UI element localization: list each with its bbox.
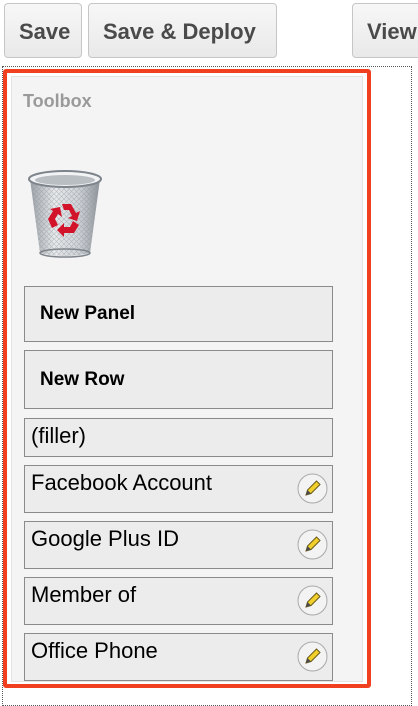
pencil-icon[interactable] xyxy=(297,473,328,504)
recycle-bin-icon[interactable] xyxy=(24,169,106,259)
toolbox-field-facebook-account[interactable]: Facebook Account xyxy=(24,465,333,513)
toolbox-item-label: New Row xyxy=(40,368,125,390)
toolbox-title: Toolbox xyxy=(23,91,92,111)
view-button[interactable]: View xyxy=(352,3,418,58)
toolbox-item-new-panel[interactable]: New Panel xyxy=(24,286,333,342)
pencil-icon[interactable] xyxy=(297,529,328,560)
pencil-icon[interactable] xyxy=(297,641,328,672)
toolbox-item-label: (filler) xyxy=(31,423,86,448)
toolbox-field-office-phone[interactable]: Office Phone xyxy=(24,633,333,681)
toolbox-item-filler[interactable]: (filler) xyxy=(24,418,333,457)
toolbox-item-new-row[interactable]: New Row xyxy=(24,350,333,409)
save-button[interactable]: Save xyxy=(4,3,82,58)
toolbox-field-member-of[interactable]: Member of xyxy=(24,577,333,625)
toolbox-panel: Toolbox New Panel New Row (filler) Faceb… xyxy=(3,69,371,688)
save-and-deploy-button[interactable]: Save & Deploy xyxy=(88,3,277,58)
field-label: Google Plus ID xyxy=(31,526,179,551)
field-label: Office Phone xyxy=(31,638,158,663)
field-label: Facebook Account xyxy=(31,470,213,495)
field-label: Member of xyxy=(31,582,137,607)
toolbox-item-label: New Panel xyxy=(40,303,136,324)
toolbox-body: Toolbox New Panel New Row (filler) Faceb… xyxy=(11,76,363,682)
pencil-icon[interactable] xyxy=(297,585,328,616)
toolbox-field-google-plus-id[interactable]: Google Plus ID xyxy=(24,521,333,569)
